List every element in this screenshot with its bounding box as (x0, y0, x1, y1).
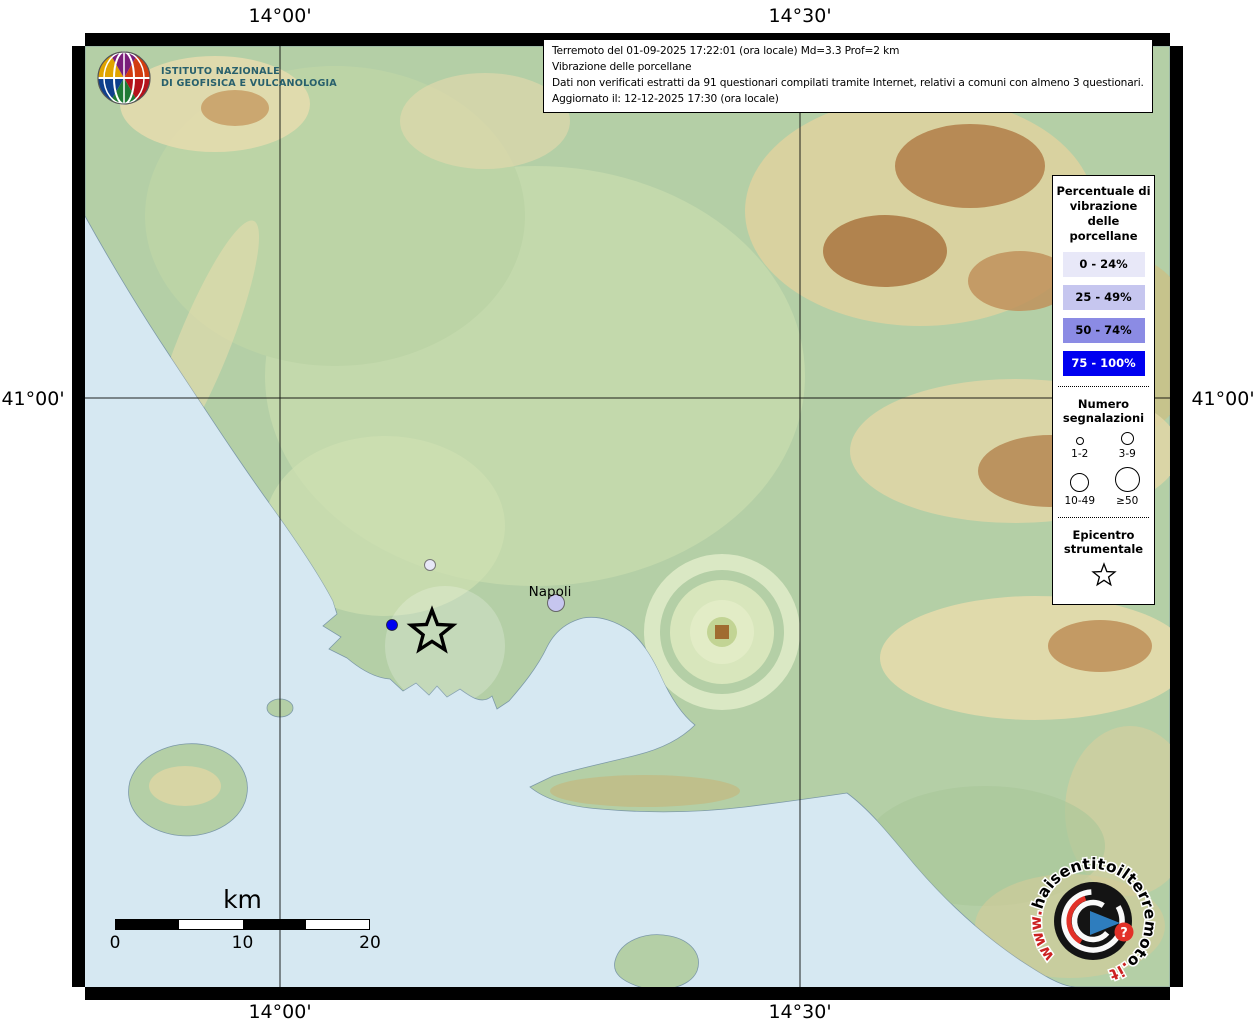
scale-segment (243, 920, 306, 929)
epicenter-section-title: Epicentro strumentale (1056, 528, 1151, 557)
report-size-label: 10-49 (1064, 495, 1095, 507)
report-size-item: 1-2 (1056, 432, 1104, 460)
event-title-line1: Terremoto del 01-09-2025 17:22:01 (ora l… (552, 44, 1144, 60)
city-label-napoli: Napoli (529, 584, 572, 600)
coord-label-bottom-right: 14°30' (768, 1001, 831, 1023)
legend-panel: Percentuale di vibrazione delle porcella… (1052, 175, 1155, 605)
legend-class-50-74: 50 - 74% (1063, 318, 1145, 343)
vesuvius (652, 562, 792, 702)
report-size-circle (1115, 467, 1140, 492)
scale-bar: km 0 10 20 (115, 885, 370, 955)
report-size-label: ≥50 (1116, 495, 1138, 507)
scale-unit-label: km (115, 885, 370, 914)
coord-label-top-left: 14°00' (248, 5, 311, 27)
scale-segment (306, 920, 369, 929)
event-title-line4: Aggiornato il: 12-12-2025 17:30 (ora loc… (552, 92, 1144, 108)
coord-label-bottom-left: 14°00' (248, 1001, 311, 1023)
legend-class-0-24: 0 - 24% (1063, 252, 1145, 277)
report-size-circle (1121, 432, 1134, 445)
scale-segment (116, 920, 179, 929)
coord-label-left: 41°00' (1, 388, 64, 410)
report-size-label: 1-2 (1071, 448, 1088, 460)
report-size-item: 10-49 (1056, 467, 1104, 507)
logo-question-mark: ? (1120, 926, 1128, 941)
report-size-circle (1076, 437, 1084, 445)
ingv-name-line2: DI GEOFISICA E VULCANOLOGIA (161, 78, 337, 90)
scale-bar-segments (115, 919, 370, 930)
frame-corner (1170, 33, 1183, 46)
legend-divider (1058, 517, 1149, 518)
legend-title: Percentuale di vibrazione delle porcella… (1056, 184, 1151, 244)
ingv-name-line1: ISTITUTO NAZIONALE (161, 66, 337, 78)
legend-class-label: 50 - 74% (1075, 323, 1131, 337)
scale-tick-20: 20 (359, 933, 381, 953)
legend-class-75-100: 75 - 100% (1063, 351, 1145, 376)
event-title-line2: Vibrazione delle porcellane (552, 60, 1144, 76)
legend-class-25-49: 25 - 49% (1063, 285, 1145, 310)
ingv-logo: ISTITUTO NAZIONALE DI GEOFISICA E VULCAN… (96, 50, 337, 106)
legend-divider (1058, 386, 1149, 387)
reports-section-title: Numero segnalazioni (1056, 397, 1151, 426)
scale-ticks: 0 10 20 (115, 933, 370, 955)
legend-class-label: 75 - 100% (1071, 356, 1135, 370)
report-size-circle (1070, 473, 1089, 492)
legend-class-label: 25 - 49% (1075, 290, 1131, 304)
macroseismic-map-page: { "header": { "line1": "Terremoto del 01… (0, 0, 1255, 1024)
epicenter-star-icon (1056, 560, 1151, 594)
ingv-globe-icon (96, 50, 152, 106)
report-size-item: ≥50 (1104, 467, 1152, 507)
watermark-www: www. (1028, 908, 1058, 965)
frame-corner (72, 987, 85, 1000)
frame-corner (1170, 987, 1183, 1000)
map-canvas: Napoli (85, 46, 1170, 987)
report-size-key: 1-2 3-9 10-49 ≥50 (1056, 432, 1151, 507)
report-size-item: 3-9 (1104, 432, 1152, 460)
report-marker-blue (387, 620, 398, 631)
haisentito-logo: ? www.haisentitoilterremoto.it (1028, 856, 1158, 990)
legend-class-label: 0 - 24% (1079, 257, 1127, 271)
event-title-line3: Dati non verificati estratti da 91 quest… (552, 76, 1144, 92)
scale-tick-0: 0 (110, 933, 121, 953)
report-marker-small (425, 560, 436, 571)
scale-tick-10: 10 (232, 933, 254, 953)
scale-segment (179, 920, 242, 929)
frame-corner (72, 33, 85, 46)
coord-label-top-right: 14°30' (768, 5, 831, 27)
event-title-box: Terremoto del 01-09-2025 17:22:01 (ora l… (543, 39, 1153, 113)
report-size-label: 3-9 (1119, 448, 1136, 460)
coord-label-right: 41°00' (1191, 388, 1254, 410)
